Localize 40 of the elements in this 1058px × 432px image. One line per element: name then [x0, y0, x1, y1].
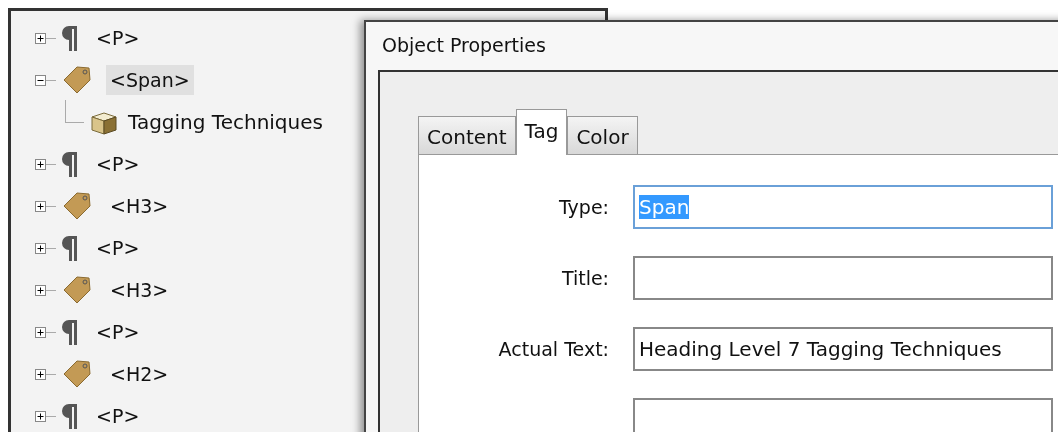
tree-line [65, 99, 84, 123]
tree-item[interactable]: <H2> [106, 359, 173, 389]
tab[interactable]: Content [418, 116, 516, 154]
window-title: Object Properties [381, 33, 547, 58]
tag-icon [62, 191, 92, 221]
tab[interactable]: Tag [515, 109, 568, 155]
expand-icon[interactable] [35, 242, 46, 254]
tag-icon [62, 275, 92, 305]
expand-icon[interactable] [35, 284, 46, 296]
field-label: Title: [561, 266, 609, 289]
tree-item[interactable]: <P> [92, 149, 144, 179]
expand-icon[interactable] [35, 368, 46, 380]
pilcrow-icon [62, 24, 78, 52]
pilcrow-icon [62, 234, 78, 262]
tree-item[interactable]: <P> [92, 401, 144, 431]
input-field[interactable]: Heading Level 7 Tagging Techniques [633, 326, 1053, 371]
expand-icon[interactable] [35, 326, 46, 338]
pilcrow-icon [62, 318, 78, 346]
collapse-icon[interactable] [35, 74, 46, 86]
field-label: Actual Text: [498, 337, 609, 360]
tree-item[interactable]: <H3> [106, 191, 173, 221]
pilcrow-icon [62, 402, 78, 430]
tree-item[interactable]: <P> [92, 317, 144, 347]
tag-icon [62, 359, 92, 389]
pilcrow-icon [62, 150, 78, 178]
input-field[interactable] [633, 255, 1053, 300]
tree-item[interactable]: <H3> [106, 275, 173, 305]
expand-icon[interactable] [35, 410, 46, 422]
box-icon [90, 109, 118, 135]
expand-icon[interactable] [35, 32, 46, 44]
tree-item[interactable]: <Span> [106, 65, 194, 95]
field-label: Type: [558, 195, 609, 218]
tree-item[interactable]: <P> [92, 23, 144, 53]
expand-icon[interactable] [35, 200, 46, 212]
tab[interactable]: Color [567, 116, 638, 154]
expand-icon[interactable] [35, 158, 46, 170]
tag-icon [62, 65, 92, 95]
input-field[interactable] [633, 397, 1053, 432]
tree-item[interactable]: <P> [92, 233, 144, 263]
tree-item[interactable]: Tagging Techniques [124, 106, 327, 138]
